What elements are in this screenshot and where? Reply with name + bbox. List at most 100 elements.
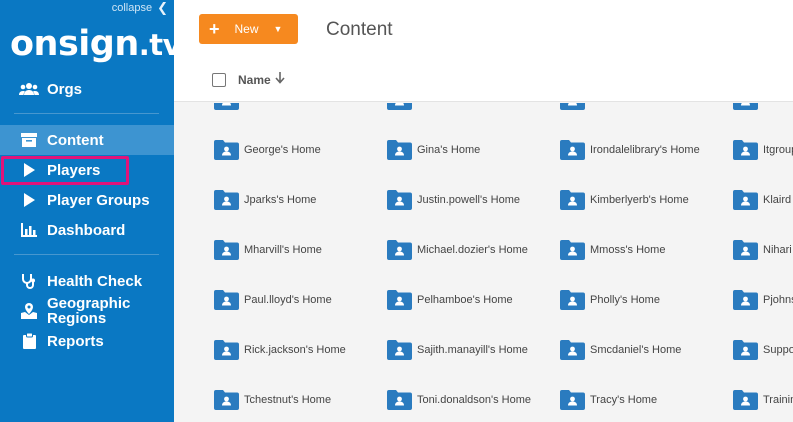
folder-user-icon (560, 390, 585, 410)
folder-item[interactable]: Itgroup (733, 130, 793, 170)
folder-name: Pelhamboe's Home (417, 293, 513, 306)
folder-item[interactable]: Pholly's Home (560, 280, 720, 320)
sidebar-item-label: Content (47, 131, 104, 149)
folder-name: Smcdaniel's Home (590, 343, 682, 356)
divider (14, 113, 159, 114)
folder-user-icon (214, 390, 239, 410)
folder-item[interactable]: Rick.jackson's Home (214, 330, 374, 370)
folder-item[interactable]: Toni.donaldson's Home (387, 380, 547, 420)
folder-item[interactable]: Dean's Home (560, 103, 720, 120)
folder-item[interactable]: Paul.lloyd's Home (214, 280, 374, 320)
folder-name: Pholly's Home (590, 293, 660, 306)
folder-user-icon (387, 290, 412, 310)
folder-name: Mmoss's Home (590, 243, 666, 256)
folder-item[interactable]: Jparks's Home (214, 180, 374, 220)
folder-item[interactable]: Gina's Home (387, 130, 547, 170)
folder-item[interactable]: Tchestnut's Home (214, 380, 374, 420)
sidebar-item-label: Dashboard (47, 221, 126, 239)
page-title: Content (326, 19, 393, 40)
folder-name: Pjohns (763, 293, 793, 306)
sort-by-name[interactable]: Name (238, 72, 285, 87)
folder-item[interactable]: Justin.powell's Home (387, 180, 547, 220)
map-pin-icon (19, 303, 39, 319)
sidebar-item-orgs[interactable]: Orgs (0, 74, 174, 104)
sidebar-item-health-check[interactable]: Health Check (0, 266, 174, 296)
folder-user-icon (387, 140, 412, 160)
folder-user-icon (214, 290, 239, 310)
folder-name: Michael.dozier's Home (417, 243, 528, 256)
folder-item[interactable]: Smcdaniel's Home (560, 330, 720, 370)
sidebar-item-geographic-regions[interactable]: Geographic Regions (0, 294, 174, 328)
folder-item[interactable]: Pelhamboe's Home (387, 280, 547, 320)
folder-item[interactable]: me (387, 103, 547, 120)
folder-item[interactable]: Kimberlyerb's Home (560, 180, 720, 220)
sidebar-item-dashboard[interactable]: Dashboard (0, 215, 174, 245)
folder-name: Toni.donaldson's Home (417, 393, 532, 406)
folder-grid: Shane's Home me Dean's Home Dave George's Ho… (174, 103, 793, 422)
folder-user-icon (214, 103, 239, 110)
sidebar-item-label: Health Check (47, 272, 143, 290)
play-icon (19, 193, 39, 207)
new-button-label: New (234, 22, 259, 36)
users-icon (19, 82, 39, 96)
folder-name: Klaird (763, 193, 792, 206)
folder-user-icon (560, 103, 585, 110)
folder-name: Jparks's Home (244, 193, 317, 206)
folder-name: Kimberlyerb's Home (590, 193, 689, 206)
sidebar-item-players[interactable]: Players (0, 155, 174, 185)
folder-user-icon (214, 140, 239, 160)
folder-name: Itgroup (763, 143, 793, 156)
folder-user-icon (214, 340, 239, 360)
folder-item[interactable]: Dave (733, 103, 793, 120)
folder-item[interactable]: Irondalelibrary's Home (560, 130, 720, 170)
folder-user-icon (560, 240, 585, 260)
folder-user-icon (733, 240, 758, 260)
folder-item[interactable]: Mmoss's Home (560, 230, 720, 270)
sidebar-item-label: Orgs (47, 80, 83, 98)
folder-item[interactable]: Shane's Home (214, 103, 374, 120)
folder-name: Gina's Home (417, 143, 481, 156)
folder-name: me (417, 103, 543, 108)
sidebar-item-reports[interactable]: Reports (0, 326, 174, 356)
folder-user-icon (387, 103, 412, 110)
folder-item[interactable]: Michael.dozier's Home (387, 230, 547, 270)
folder-name: Mharvill's Home (244, 243, 322, 256)
folder-item[interactable]: Pjohns (733, 280, 793, 320)
collapse-toggle[interactable]: collapse ❮ (112, 0, 168, 16)
folder-name: Dean's Home (590, 103, 716, 108)
new-button[interactable]: + New ▼ (199, 14, 298, 44)
folder-item[interactable]: Tracy's Home (560, 380, 720, 420)
folder-user-icon (733, 340, 758, 360)
folder-user-icon (733, 390, 758, 410)
caret-down-icon: ▼ (273, 24, 283, 34)
app-logo[interactable]: onsign.tv (10, 24, 182, 64)
folder-item[interactable]: Klaird (733, 180, 793, 220)
folder-name: Irondalelibrary's Home (590, 143, 700, 156)
chevron-left-icon: ❮ (157, 0, 168, 15)
folder-user-icon (560, 190, 585, 210)
folder-item[interactable]: Sajith.manayill's Home (387, 330, 547, 370)
folder-name: Dave (763, 103, 793, 108)
folder-user-icon (387, 390, 412, 410)
folder-user-icon (560, 140, 585, 160)
play-icon (19, 163, 39, 177)
folder-user-icon (733, 190, 758, 210)
stethoscope-icon (19, 273, 39, 289)
sidebar-item-player-groups[interactable]: Player Groups (0, 185, 174, 215)
select-all-checkbox[interactable] (212, 73, 226, 87)
folder-item[interactable]: George's Home (214, 130, 374, 170)
folder-user-icon (733, 140, 758, 160)
folder-name: George's Home (244, 143, 321, 156)
folder-item[interactable]: Nihari (733, 230, 793, 270)
folder-name: Tracy's Home (590, 393, 658, 406)
folder-name: Trainin (763, 393, 793, 406)
sidebar-item-label: Geographic Regions (47, 295, 131, 327)
arrow-down-icon (275, 72, 285, 87)
folder-item[interactable]: Mharvill's Home (214, 230, 374, 270)
content-header: + New ▼ Content Name (174, 0, 793, 102)
folder-item[interactable]: Suppo (733, 330, 793, 370)
sidebar-item-label: Players (47, 161, 101, 179)
sidebar-item-content[interactable]: Content (0, 125, 174, 155)
folder-item[interactable]: Trainin (733, 380, 793, 420)
folder-name: Paul.lloyd's Home (244, 293, 332, 306)
